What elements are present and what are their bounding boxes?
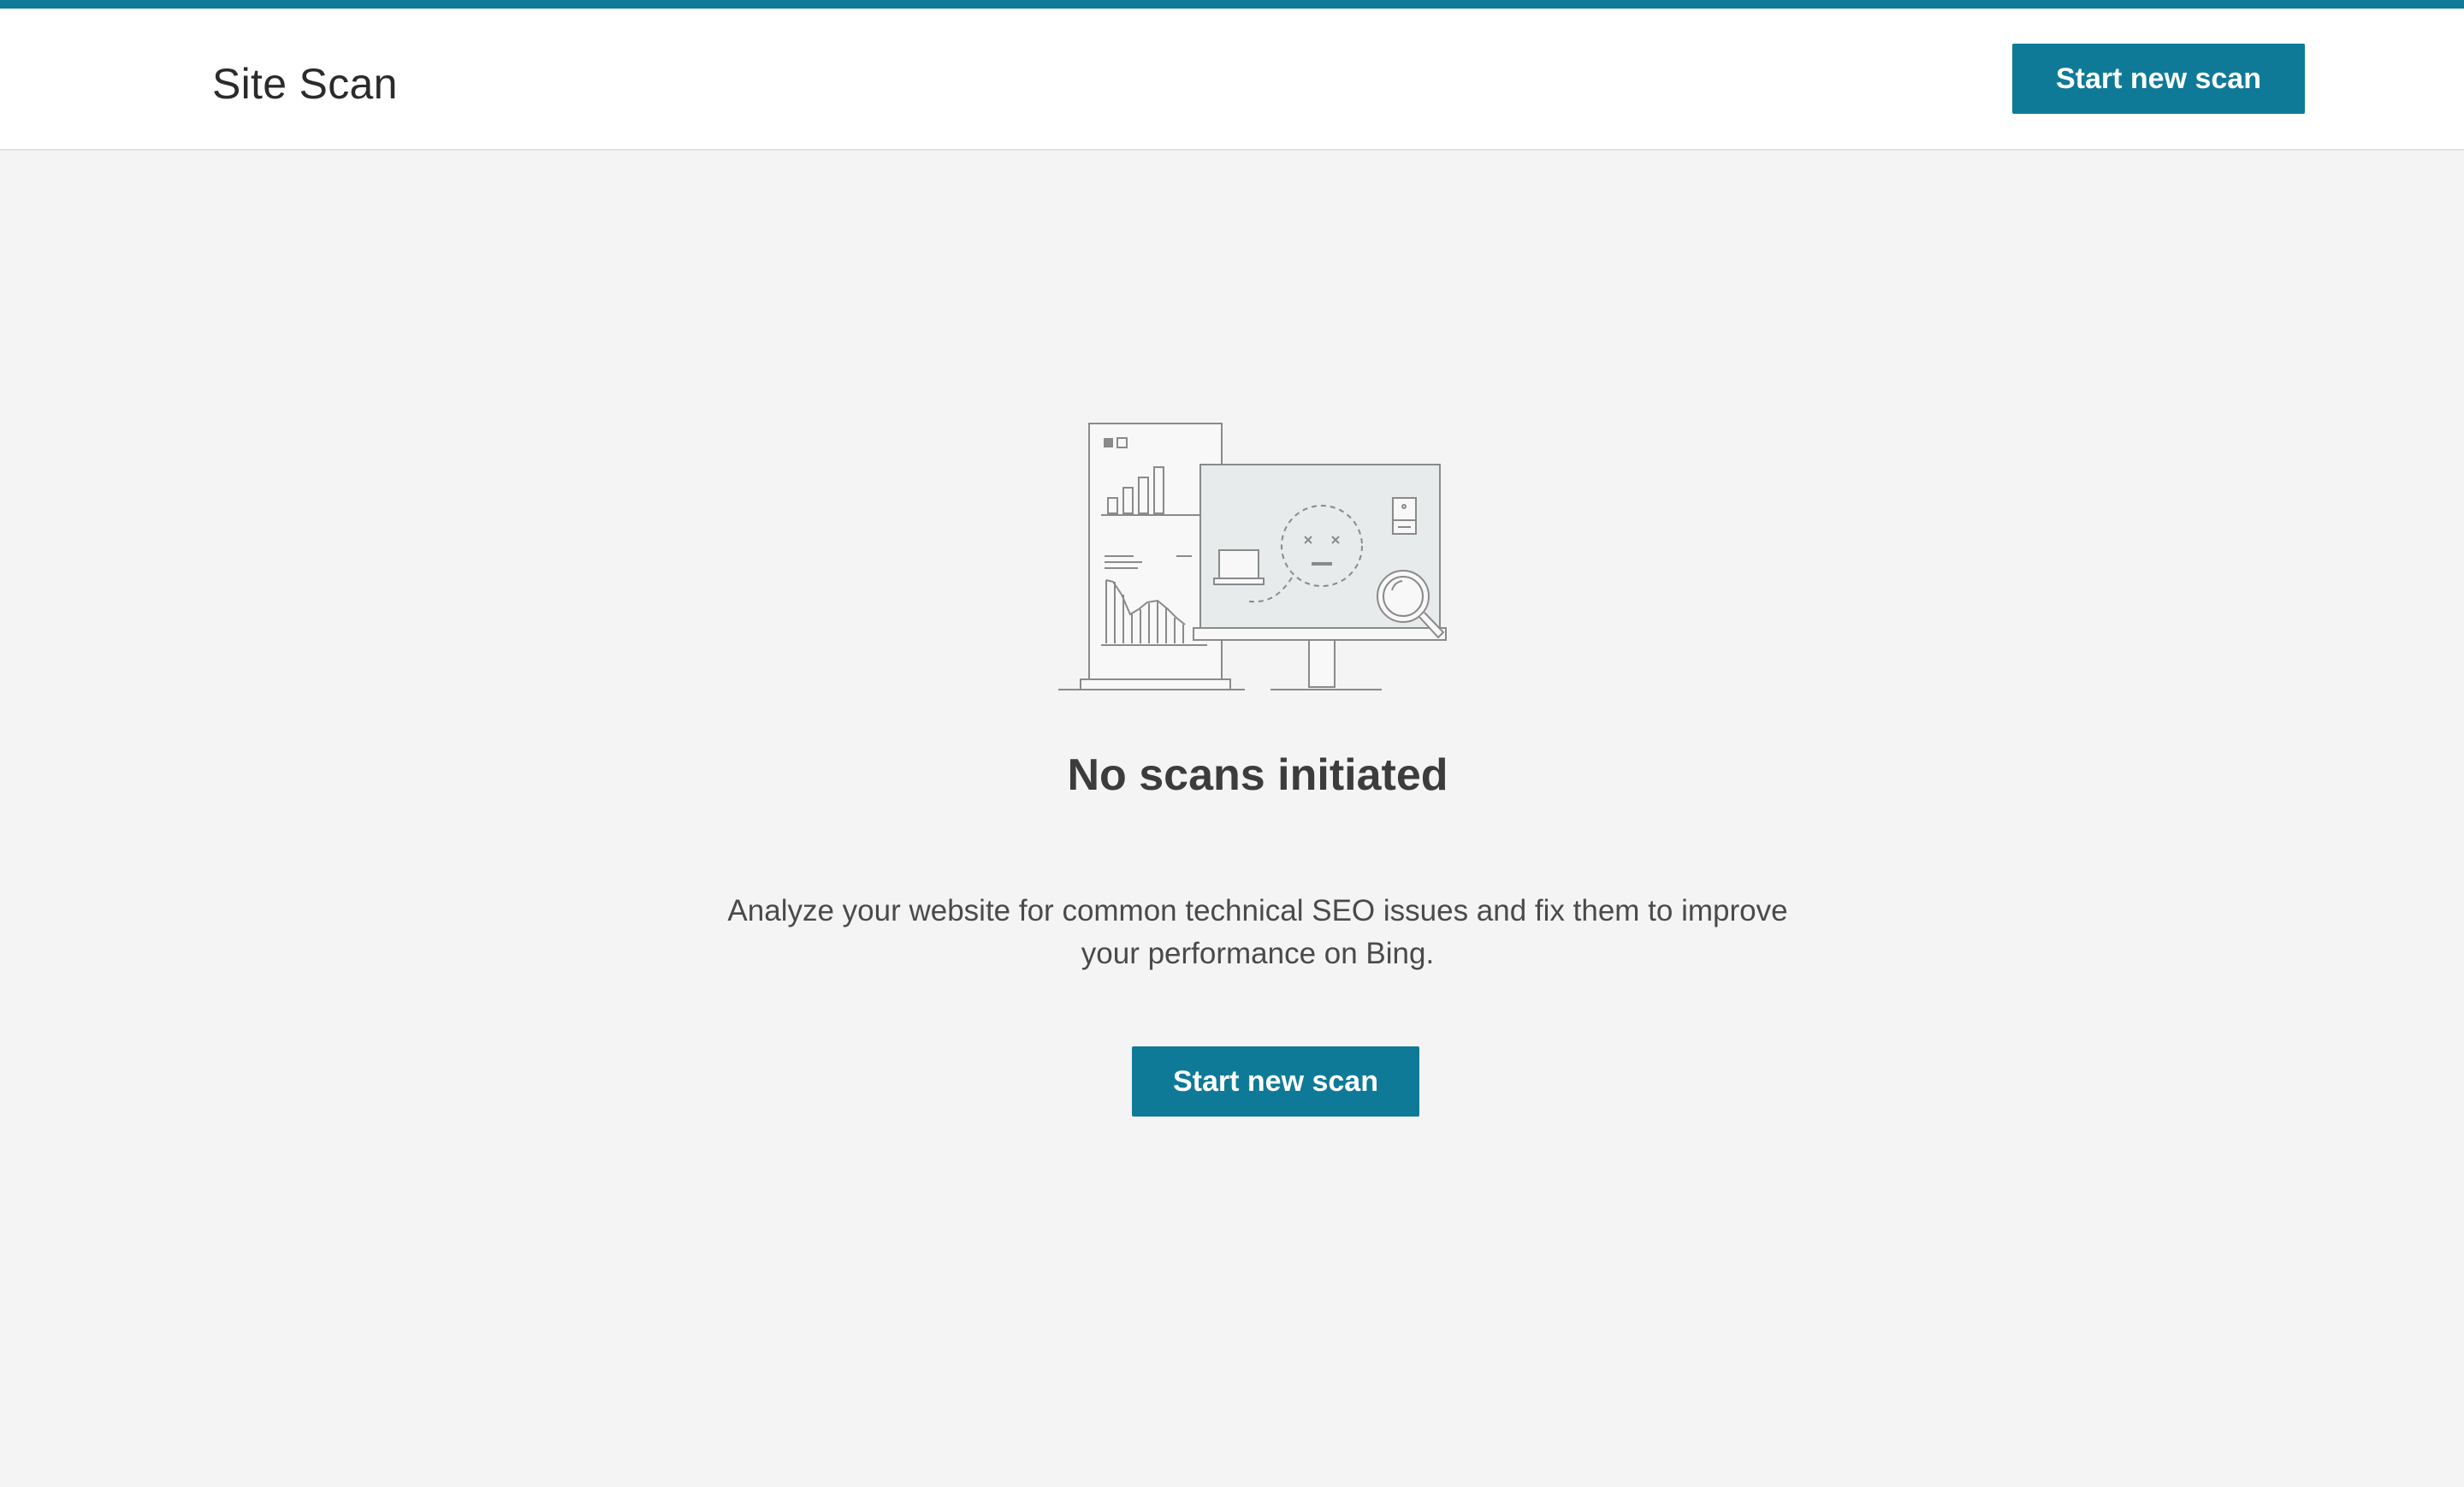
top-accent-bar	[0, 0, 2464, 9]
start-new-scan-button[interactable]: Start new scan	[1132, 1046, 1419, 1117]
page-header: Site Scan Start new scan	[0, 9, 2464, 151]
empty-state-title: No scans initiated	[1067, 750, 1448, 800]
start-new-scan-header-button[interactable]: Start new scan	[2012, 44, 2305, 114]
site-scan-illustration-icon	[1057, 419, 1459, 702]
empty-state-description: Analyze your website for common technica…	[727, 894, 1788, 970]
page-title: Site Scan	[212, 60, 398, 108]
